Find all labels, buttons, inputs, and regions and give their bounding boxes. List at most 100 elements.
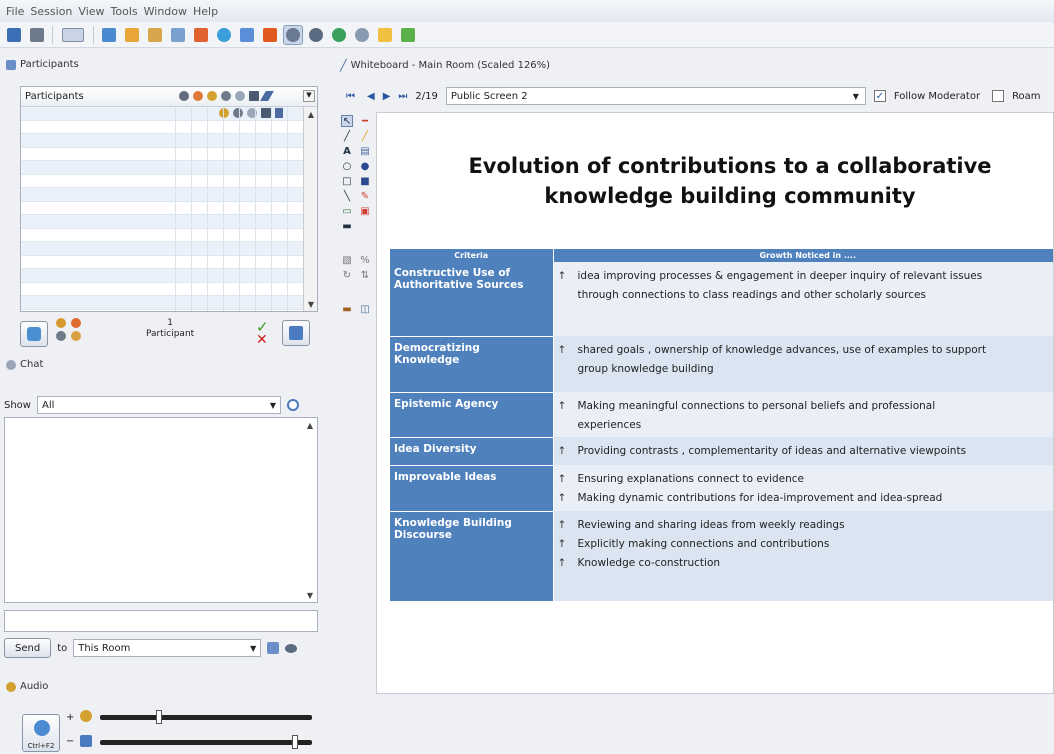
- menu-file[interactable]: File: [3, 5, 27, 18]
- ungroup-tool-icon[interactable]: %: [359, 254, 371, 266]
- chat-scrollbar[interactable]: ▲ ▼: [303, 418, 317, 602]
- highlighter-tool-icon[interactable]: ╱: [359, 130, 371, 142]
- menu-session[interactable]: Session: [27, 5, 75, 18]
- quiz-icon[interactable]: [375, 25, 395, 45]
- group-tool-icon[interactable]: ▧: [341, 254, 353, 266]
- table-row: Epistemic Agency ↑ Making meaningful conne…: [390, 392, 1053, 438]
- hand-icon[interactable]: [145, 25, 165, 45]
- app-share-icon[interactable]: [214, 25, 234, 45]
- follow-moderator-checkbox[interactable]: ✓: [873, 90, 886, 102]
- menu-window[interactable]: Window: [141, 5, 190, 18]
- new-page-icon[interactable]: ◫: [359, 303, 371, 315]
- mic-volume-slider[interactable]: [100, 710, 312, 724]
- pen-icon: ╱: [340, 59, 347, 72]
- print-icon[interactable]: [27, 25, 47, 45]
- rectangle-tool-icon[interactable]: □: [341, 175, 353, 187]
- chat-messages[interactable]: ▲ ▼: [4, 417, 318, 603]
- filled-ellipse-tool-icon[interactable]: ●: [359, 160, 371, 172]
- scroll-down-icon[interactable]: ▼: [304, 297, 318, 311]
- criteria-cell: Constructive Use of Authoritative Source…: [390, 262, 554, 337]
- web-tour-icon[interactable]: [260, 25, 280, 45]
- screen-column-icon[interactable]: [249, 91, 259, 101]
- people-icon[interactable]: [306, 25, 326, 45]
- speaker-volume-slider[interactable]: [100, 735, 312, 749]
- last-page-icon[interactable]: ⏭: [398, 91, 407, 102]
- eye-icon[interactable]: [285, 643, 298, 653]
- prev-page-icon[interactable]: ◀: [367, 91, 375, 102]
- eraser-tool-icon[interactable]: ━: [359, 115, 371, 127]
- growth-text: group knowledge building: [577, 363, 714, 375]
- send-button[interactable]: Send: [4, 638, 52, 658]
- growth-line: ↑ shared goals , ownership of knowledge a…: [558, 341, 1054, 360]
- pen-tool-icon[interactable]: ╱: [341, 130, 353, 142]
- mic-volume-thumb[interactable]: [156, 710, 162, 724]
- column-menu-chevron-icon[interactable]: ▼: [303, 90, 315, 102]
- step-out-button[interactable]: [282, 320, 310, 346]
- menu-tools[interactable]: Tools: [108, 5, 141, 18]
- emoticon-applause-icon[interactable]: [71, 318, 81, 328]
- page-select[interactable]: Public Screen 2 ▼: [445, 87, 866, 105]
- scroll-down-icon[interactable]: ▼: [303, 588, 317, 602]
- plus-icon: +: [66, 712, 75, 723]
- talk-button[interactable]: Ctrl+F2: [22, 714, 60, 752]
- raise-hand-button[interactable]: [20, 321, 48, 347]
- ellipse-tool-icon[interactable]: ○: [341, 160, 353, 172]
- follow-moderator-label: Follow Moderator: [893, 90, 981, 102]
- participants-view-icon[interactable]: [99, 25, 119, 45]
- scroll-up-icon[interactable]: ▲: [303, 418, 317, 432]
- first-page-icon[interactable]: ⏮: [346, 91, 355, 102]
- save-icon[interactable]: [4, 25, 24, 45]
- mic-column-icon[interactable]: [207, 91, 217, 101]
- add-user-icon[interactable]: [398, 25, 418, 45]
- person-icon[interactable]: [283, 24, 303, 45]
- scroll-up-icon[interactable]: ▲: [304, 107, 318, 121]
- chat-column-icon[interactable]: [235, 91, 245, 101]
- text-box-tool-icon[interactable]: ▤: [359, 145, 371, 157]
- room-select[interactable]: This Room ▼: [73, 639, 262, 657]
- growth-line: ↑ Reviewing and sharing ideas from weekly…: [558, 516, 1054, 535]
- whiteboard-icon[interactable]: [191, 25, 211, 45]
- image-tool-icon[interactable]: ▭: [341, 205, 353, 217]
- rotate-tool-icon[interactable]: ↻: [341, 269, 353, 281]
- participants-scrollbar[interactable]: ▲ ▼: [303, 107, 317, 311]
- emoticon-laugh-icon[interactable]: [71, 331, 81, 341]
- timer-icon[interactable]: [352, 25, 372, 45]
- line-tool-icon[interactable]: ╲: [341, 190, 353, 202]
- chevron-down-icon: ▼: [269, 400, 276, 410]
- growth-cell: ↑ Providing contrasts , complementarity o…: [553, 437, 1053, 465]
- poll-icon[interactable]: [168, 25, 188, 45]
- pen-column-icon[interactable]: [260, 91, 274, 101]
- up-arrow-icon: ↑: [557, 538, 567, 550]
- globe-icon[interactable]: [329, 25, 349, 45]
- select-tool-icon[interactable]: ↖: [341, 115, 353, 127]
- open-folder-icon[interactable]: ▬: [341, 303, 353, 315]
- chat-message-input[interactable]: [4, 610, 318, 632]
- growth-text: through connections to class readings an…: [577, 289, 926, 301]
- emoticon-confused-icon[interactable]: [56, 331, 66, 341]
- emoticon-happy-icon[interactable]: [56, 318, 66, 328]
- menu-view[interactable]: View: [75, 5, 107, 18]
- show-select[interactable]: All ▼: [36, 396, 281, 414]
- hand-column-icon[interactable]: [179, 91, 189, 101]
- file-transfer-icon[interactable]: [237, 25, 257, 45]
- history-clock-icon[interactable]: [286, 399, 299, 411]
- next-page-icon[interactable]: ▶: [383, 91, 391, 102]
- cross-icon[interactable]: ✕: [256, 332, 268, 348]
- arrange-tool-icon[interactable]: ⇅: [359, 269, 371, 281]
- whiteboard-canvas[interactable]: Evolution of contributions to a collabor…: [376, 112, 1054, 694]
- text-tool-icon[interactable]: A: [341, 145, 353, 157]
- participants-column-header[interactable]: Participants: [25, 91, 84, 102]
- away-column-icon[interactable]: [193, 91, 203, 101]
- growth-text: experiences: [577, 419, 642, 431]
- video-column-icon[interactable]: [221, 91, 231, 101]
- layout-dropdown-icon[interactable]: [58, 25, 88, 45]
- screen-capture-tool-icon[interactable]: ▬: [341, 220, 353, 232]
- speaker-volume-thumb[interactable]: [292, 735, 298, 749]
- pointer-tool-icon[interactable]: ✎: [359, 190, 371, 202]
- clipart-tool-icon[interactable]: ▣: [359, 205, 371, 217]
- filled-rectangle-tool-icon[interactable]: ■: [359, 175, 371, 187]
- menu-help[interactable]: Help: [190, 5, 221, 18]
- roam-checkbox[interactable]: [992, 90, 1005, 102]
- notes-icon[interactable]: [122, 25, 142, 45]
- speaker-icon[interactable]: [267, 642, 280, 654]
